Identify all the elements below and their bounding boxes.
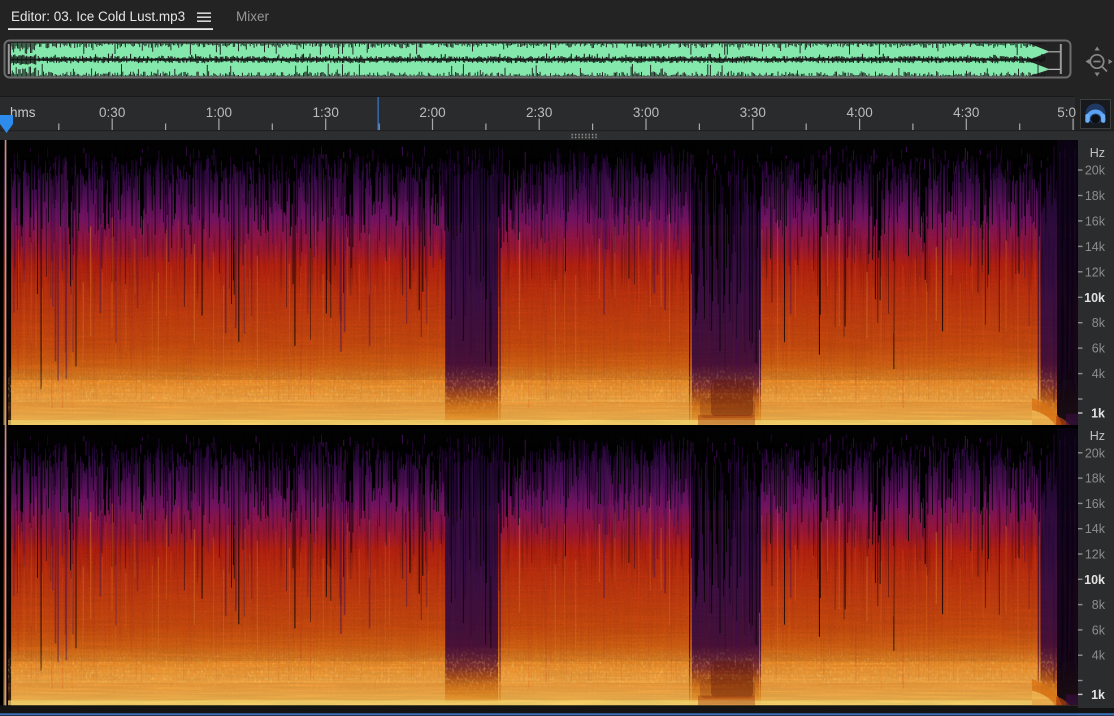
svg-text:1k: 1k — [1091, 407, 1105, 421]
svg-text:4:00: 4:00 — [846, 105, 872, 120]
svg-text:Hz: Hz — [1090, 146, 1105, 160]
svg-text:hms: hms — [10, 105, 36, 120]
svg-text:Hz: Hz — [1090, 429, 1105, 443]
svg-text:16k: 16k — [1085, 214, 1106, 228]
svg-text:12k: 12k — [1085, 265, 1106, 279]
svg-text:18k: 18k — [1085, 472, 1106, 486]
svg-text:10k: 10k — [1084, 291, 1105, 305]
svg-text:8k: 8k — [1092, 316, 1106, 330]
svg-text:2:00: 2:00 — [419, 105, 445, 120]
svg-text:5:0: 5:0 — [1057, 105, 1076, 120]
svg-text:4k: 4k — [1092, 649, 1106, 663]
svg-text:Editor: 03. Ice Cold Lust.mp3: Editor: 03. Ice Cold Lust.mp3 — [11, 9, 185, 24]
svg-text:3:30: 3:30 — [740, 105, 766, 120]
svg-text:6k: 6k — [1092, 623, 1106, 637]
svg-text:1:00: 1:00 — [206, 105, 232, 120]
svg-text:6k: 6k — [1092, 342, 1106, 356]
svg-text:3:00: 3:00 — [633, 105, 659, 120]
svg-text:1k: 1k — [1091, 688, 1105, 702]
svg-text:10k: 10k — [1084, 573, 1105, 587]
svg-text:12k: 12k — [1085, 548, 1106, 562]
svg-text:18k: 18k — [1085, 189, 1106, 203]
svg-text:Mixer: Mixer — [236, 9, 270, 24]
svg-text:4k: 4k — [1092, 367, 1106, 381]
svg-text:20k: 20k — [1085, 164, 1106, 178]
svg-text:4:30: 4:30 — [953, 105, 979, 120]
svg-text:16k: 16k — [1085, 497, 1106, 511]
svg-text:2:30: 2:30 — [526, 105, 552, 120]
svg-text:20k: 20k — [1085, 446, 1106, 460]
svg-text:8k: 8k — [1092, 598, 1106, 612]
svg-text:1:30: 1:30 — [313, 105, 339, 120]
svg-text:14k: 14k — [1085, 240, 1106, 254]
svg-text:14k: 14k — [1085, 522, 1106, 536]
svg-text:0:30: 0:30 — [99, 105, 125, 120]
